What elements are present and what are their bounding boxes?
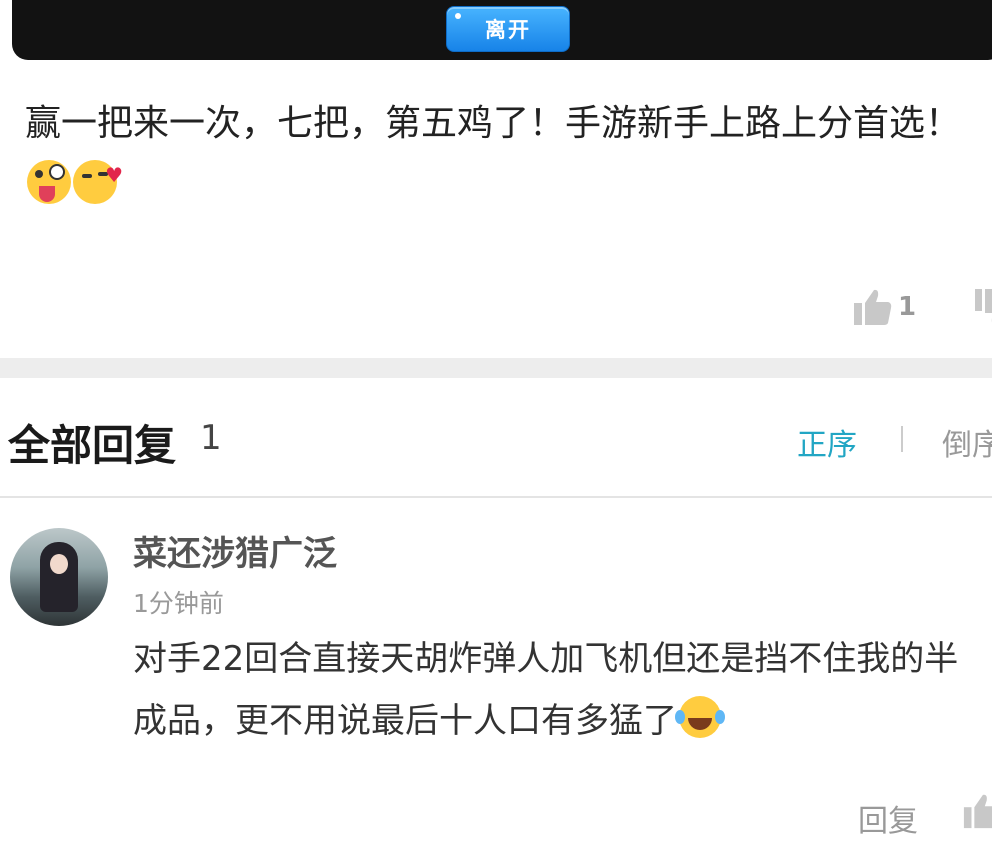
thumbs-up-icon: [854, 289, 892, 325]
sort-separator: [901, 426, 903, 452]
section-divider: [0, 358, 992, 378]
sort-descending-tab[interactable]: 倒序: [942, 420, 992, 464]
post-like-button[interactable]: 1: [852, 285, 916, 329]
sort-ascending-tab[interactable]: 正序: [797, 420, 857, 464]
kiss-wink-icon: [73, 145, 123, 206]
avatar[interactable]: [10, 528, 108, 626]
reply-button[interactable]: 回复: [858, 796, 918, 840]
reply-text: 对手22回合直接天胡炸弹人加飞机但还是挡不住我的半成品，更不用说最后十人口有多猛…: [133, 639, 959, 741]
post-content: 赢一把来一次，七把，第五鸡了！手游新手上路上分首选！: [25, 93, 965, 215]
reply-timestamp: 1分钟前: [133, 589, 224, 618]
leave-button[interactable]: 离开: [446, 6, 570, 52]
replies-title: 全部回复: [8, 421, 177, 470]
header-divider: [0, 496, 992, 498]
tongue-wink-icon: [27, 160, 71, 204]
shine-icon: [455, 13, 461, 19]
post-text: 赢一把来一次，七把，第五鸡了！手游新手上路上分首选！: [25, 103, 962, 144]
thumbs-down-icon[interactable]: [973, 287, 992, 327]
reply-username[interactable]: 菜还涉猎广泛: [133, 526, 337, 575]
tears-of-joy-icon: [675, 696, 721, 738]
leave-button-label: 离开: [485, 18, 531, 42]
thumbs-up-icon[interactable]: [962, 792, 992, 830]
reply-content: 对手22回合直接天胡炸弹人加飞机但还是挡不住我的半成品，更不用说最后十人口有多猛…: [133, 628, 983, 752]
avatar-hair: [40, 542, 78, 612]
like-count: 1: [898, 292, 917, 322]
replies-count: 1: [200, 418, 222, 458]
avatar-face: [50, 554, 68, 574]
